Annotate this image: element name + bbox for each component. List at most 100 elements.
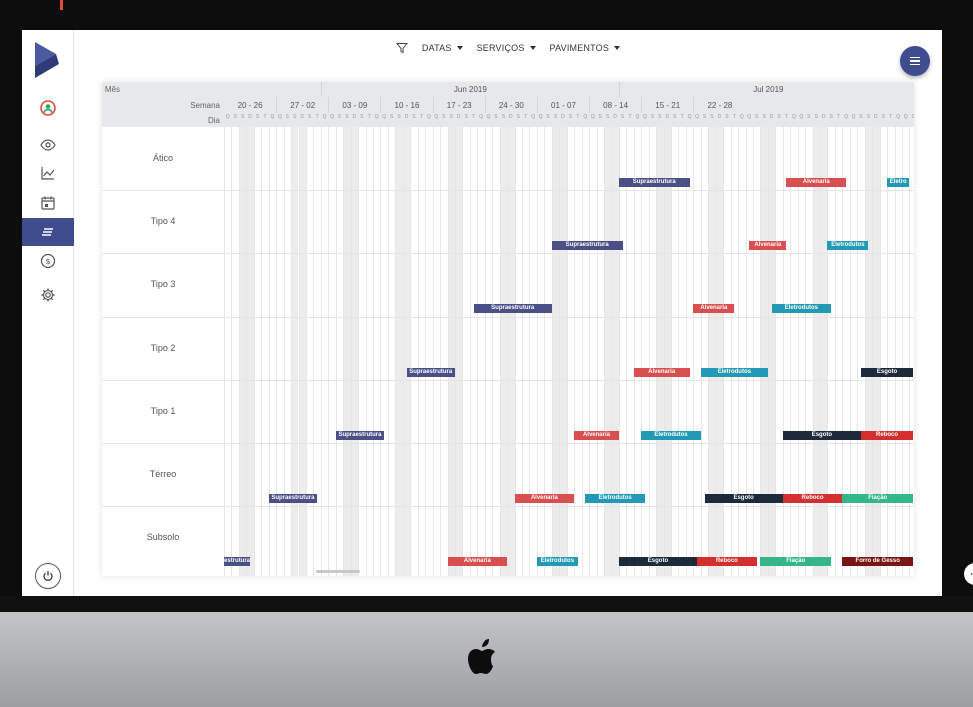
task-bar[interactable]: Esgoto (618, 557, 698, 567)
day-letter: Q (322, 114, 327, 120)
weekend-column (760, 127, 768, 576)
task-bar[interactable]: Alvenaria (749, 241, 787, 251)
day-letter: Q (434, 114, 439, 120)
day-letter: S (650, 114, 655, 120)
day-gridline (432, 127, 434, 576)
day-letter: S (710, 114, 714, 120)
weekend-column (611, 127, 619, 576)
row-label: Tipo 4 (150, 216, 176, 227)
weekend-column (820, 127, 828, 576)
sidebar-item-finance[interactable]: $ (22, 247, 74, 275)
day-letter: D (821, 114, 826, 120)
row-label: Tipo 2 (150, 342, 176, 353)
month-cell: Jul 2019 (618, 82, 914, 97)
task-bar[interactable]: Eletrodutos (585, 494, 645, 503)
task-bar[interactable]: Reboco (782, 494, 843, 503)
task-bar[interactable]: Supraestrutura (551, 241, 623, 251)
task-bar[interactable]: Alvenaria (693, 304, 735, 314)
day-letter: Q (225, 114, 230, 120)
month-header-row: Mês Jun 2019 Jul 2019 (102, 82, 914, 97)
filter-icon[interactable] (395, 42, 408, 54)
sidebar-item-calendar[interactable] (22, 189, 74, 217)
datas-dropdown[interactable]: DATAS (422, 43, 463, 53)
logout-button[interactable] (35, 563, 61, 589)
day-letter: T (889, 114, 893, 120)
day-letter: S (553, 114, 558, 120)
sidebar-item-view[interactable] (22, 131, 74, 159)
day-letter: Q (426, 114, 431, 120)
task-bar[interactable]: Esgoto (782, 430, 861, 440)
day-letter: S (501, 114, 506, 120)
day-gridline (805, 127, 807, 576)
task-bar[interactable]: Eletro (887, 178, 910, 187)
app-logo-icon[interactable] (32, 40, 64, 80)
sidebar-item-settings[interactable] (22, 281, 74, 309)
weekend-column (872, 127, 880, 576)
day-gridline (402, 127, 404, 576)
day-letter: T (680, 114, 684, 120)
servicos-dropdown[interactable]: SERVIÇOS (477, 43, 536, 53)
task-bar[interactable]: Alvenaria (633, 367, 690, 377)
day-letter: S (397, 114, 401, 120)
datas-label: DATAS (421, 43, 452, 53)
task-bar[interactable]: Alvenaria (514, 494, 575, 503)
menu-button[interactable] (900, 46, 930, 76)
weekend-column (402, 127, 411, 576)
day-gridline (365, 127, 367, 576)
task-bar[interactable]: Eletrodutos (827, 241, 869, 251)
menu-icon-line (910, 60, 920, 62)
menu-icon-line (910, 56, 920, 59)
monitor-bottom-bezel (0, 596, 973, 612)
sidebar-item-profile[interactable] (22, 94, 74, 122)
pavimentos-dropdown[interactable]: PAVIMENTOS (550, 43, 621, 53)
day-letter: S (389, 114, 394, 120)
day-gridline (253, 127, 255, 576)
day-gridline (849, 127, 851, 576)
day-letter: Q (583, 114, 588, 120)
day-letter: S (911, 114, 914, 120)
day-letter: Q (330, 114, 334, 120)
row-divider (102, 379, 914, 381)
day-gridline (544, 127, 546, 576)
day-letter: S (360, 114, 364, 120)
task-bar[interactable]: Alvenaria (574, 430, 619, 440)
day-gridline (872, 127, 874, 576)
task-bar[interactable]: Eletrodutos (771, 304, 832, 314)
task-bar[interactable]: estrutura (224, 557, 251, 567)
day-gridline (708, 127, 710, 576)
task-bar[interactable]: Eletrodutos (641, 430, 701, 440)
day-gridline (842, 127, 844, 576)
day-letter: Q (903, 114, 908, 120)
task-bar[interactable]: Eletrodutos (700, 367, 768, 377)
day-letter: D (248, 114, 252, 120)
day-letter: Q (374, 114, 379, 120)
task-bar[interactable]: Eletrodutos (536, 557, 578, 567)
day-gridline (723, 127, 725, 576)
task-bar[interactable]: Supraestrutura (473, 304, 552, 314)
calendar-icon (41, 196, 55, 210)
task-bar[interactable]: Esgoto (704, 494, 783, 503)
day-gridline (887, 127, 889, 576)
sidebar-item-schedule[interactable] (22, 218, 74, 246)
task-bar[interactable]: Supraestrutura (406, 367, 455, 377)
horizontal-scrollbar[interactable] (316, 570, 360, 573)
day-gridline (305, 127, 307, 576)
task-bar[interactable]: Fiação (760, 557, 832, 567)
task-bar[interactable]: Supraestrutura (335, 430, 385, 440)
day-gridline (335, 127, 337, 576)
weekend-column (343, 127, 351, 576)
sidebar-item-reports[interactable] (22, 159, 74, 187)
weekend-column (663, 127, 671, 576)
day-letter: S (233, 114, 237, 120)
week-cell: 24 - 30 (484, 97, 537, 113)
day-gridline (246, 127, 248, 576)
task-bar[interactable]: Supraestrutura (268, 494, 318, 503)
task-bar[interactable]: Forro de Gesso (842, 557, 914, 567)
task-bar[interactable]: Reboco (697, 557, 757, 567)
task-bar[interactable]: Alvenaria (447, 557, 508, 567)
task-bar[interactable]: Fiação (842, 494, 914, 503)
task-bar[interactable]: Alvenaria (786, 178, 847, 187)
task-bar[interactable]: Reboco (860, 430, 914, 440)
task-bar[interactable]: Esgoto (860, 367, 914, 377)
task-bar[interactable]: Supraestrutura (618, 178, 690, 187)
